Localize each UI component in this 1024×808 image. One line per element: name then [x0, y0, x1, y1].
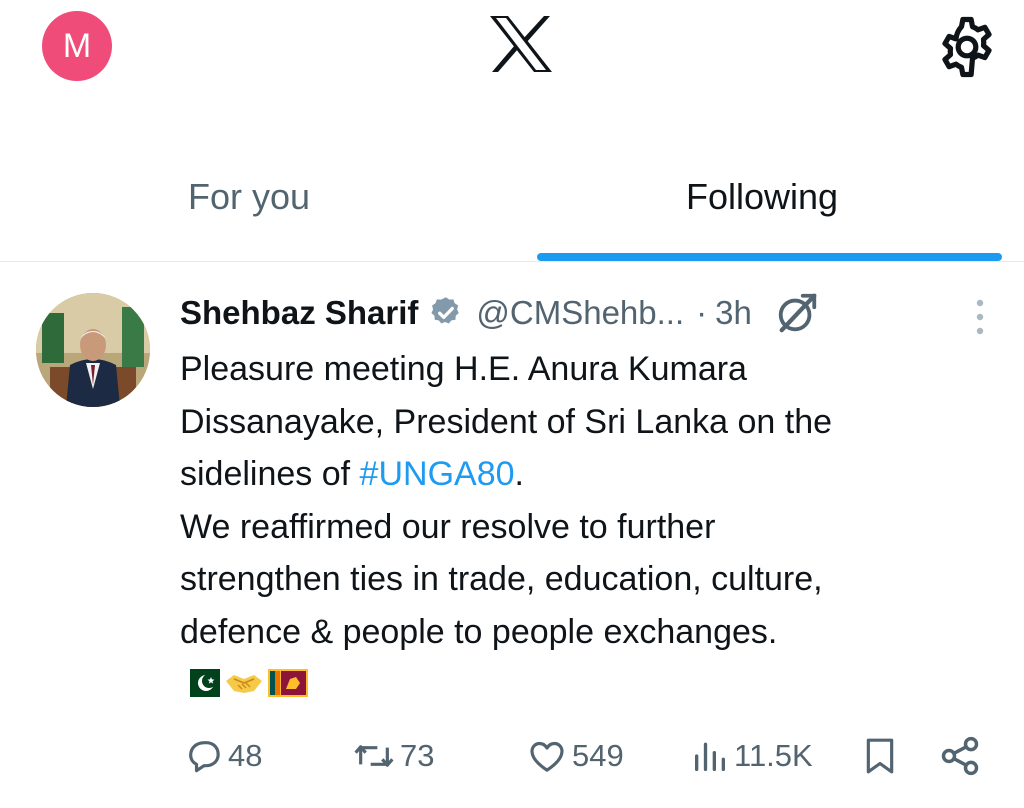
- pakistan-flag-icon: [180, 669, 220, 697]
- bookmark-button[interactable]: [862, 731, 898, 781]
- tweet-text-line: We reaffirmed our resolve to further: [180, 507, 716, 546]
- views-icon: [695, 742, 725, 771]
- account-avatar[interactable]: M: [42, 11, 112, 81]
- tweet-text-line: Dissanayake, President of Sri Lanka on t…: [180, 402, 833, 441]
- tweet[interactable]: Shehbaz Sharif @CMShehb... · 3h Pleasure…: [0, 263, 1024, 808]
- reply-count: 48: [228, 738, 263, 773]
- emoji-row: [180, 667, 308, 699]
- retweet-count: 73: [400, 738, 435, 773]
- tweet-text-line: sidelines of #UNGA80.: [180, 448, 1000, 501]
- top-bar: M: [0, 0, 1024, 100]
- heart-icon: [530, 741, 564, 772]
- tweet-text-segment: .: [514, 455, 524, 493]
- tweet-text-line: Pleasure meeting H.E. Anura Kumara: [180, 350, 747, 388]
- retweet-button[interactable]: 73: [352, 731, 434, 781]
- tab-for-you[interactable]: For you: [188, 176, 310, 218]
- sri-lanka-flag-icon: [268, 669, 308, 697]
- tab-following[interactable]: Following: [686, 176, 838, 218]
- tweet-header: Shehbaz Sharif @CMShehb... · 3h: [180, 291, 820, 335]
- retweet-icon: [354, 745, 394, 767]
- share-button[interactable]: [938, 731, 982, 781]
- like-button[interactable]: 549: [526, 731, 624, 781]
- views-button[interactable]: 11.5K: [690, 731, 813, 781]
- bookmark-icon: [866, 738, 894, 774]
- tweet-text-segment: sidelines of: [180, 455, 360, 493]
- separator-dot: ·: [696, 294, 708, 331]
- views-count: 11.5K: [734, 738, 813, 773]
- tweet-actions: 48 73 549 11.5K: [0, 731, 1024, 781]
- verified-badge-icon[interactable]: [428, 295, 464, 331]
- tweet-timestamp[interactable]: 3h: [715, 294, 752, 332]
- active-tab-indicator: [537, 253, 1002, 261]
- tweet-text-line: strengthen ties in trade, education, cul…: [180, 560, 823, 598]
- reply-button[interactable]: 48: [184, 731, 262, 781]
- reply-icon: [189, 741, 220, 773]
- like-count: 549: [572, 738, 624, 773]
- timeline-tabs: For you Following: [0, 140, 1024, 262]
- tweet-text: Pleasure meeting H.E. Anura Kumara Dissa…: [180, 343, 1000, 658]
- x-logo-icon[interactable]: [488, 14, 554, 74]
- author-handle[interactable]: @CMShehb...: [476, 294, 684, 332]
- share-icon: [941, 736, 979, 776]
- grok-icon[interactable]: [774, 290, 820, 336]
- more-options-icon[interactable]: [968, 297, 992, 337]
- hashtag-link[interactable]: #UNGA80: [360, 455, 515, 493]
- avatar[interactable]: [36, 293, 150, 407]
- handshake-icon: [226, 675, 262, 693]
- author-name[interactable]: Shehbaz Sharif: [180, 294, 418, 332]
- profile-photo-icon: [36, 293, 150, 407]
- tweet-text-line: defence & people to people exchanges.: [180, 612, 778, 651]
- gear-icon[interactable]: [934, 14, 1000, 80]
